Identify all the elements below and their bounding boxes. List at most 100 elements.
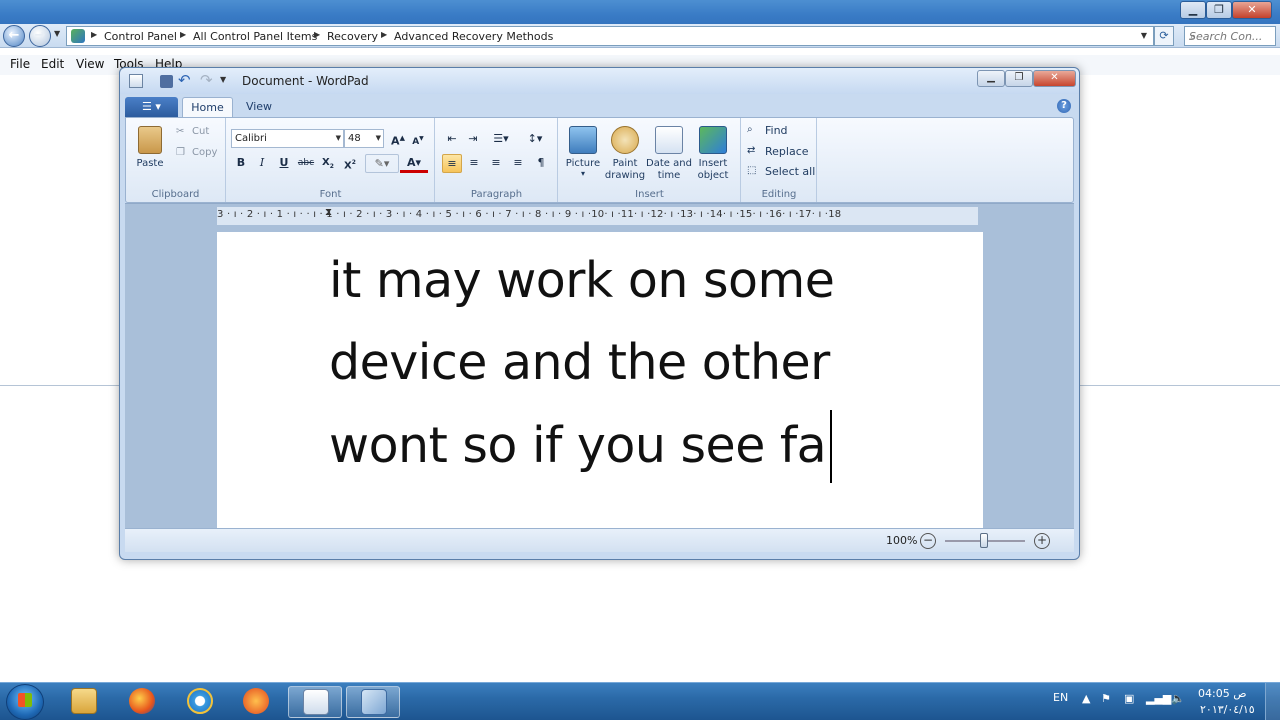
save-icon[interactable] <box>160 75 173 88</box>
minimize-button[interactable]: ▁ <box>977 70 1005 87</box>
forward-button[interactable]: → <box>29 25 51 47</box>
taskbar-media-app[interactable] <box>229 686 283 718</box>
paint-drawing-button[interactable]: Paint drawing <box>601 158 649 182</box>
breadcrumb-separator-icon[interactable]: ▶ <box>91 30 97 39</box>
redo-icon[interactable]: ↷ <box>200 71 213 89</box>
insert-object-icon[interactable] <box>699 126 727 154</box>
paint-drawing-icon[interactable] <box>611 126 639 154</box>
breadcrumb-all-items[interactable]: All Control Panel Items <box>193 30 317 43</box>
copy-button[interactable]: Copy <box>192 147 217 158</box>
superscript-button[interactable]: X2 <box>340 154 360 173</box>
indent-marker-icon[interactable]: ⧗ <box>325 207 332 218</box>
picture-icon[interactable] <box>569 126 597 154</box>
select-all-icon[interactable]: ⬚ <box>747 165 756 176</box>
document-page[interactable]: it may work on some device and the other… <box>217 232 983 529</box>
search-icon[interactable]: ⌕ <box>1189 30 1273 44</box>
taskbar-internet-explorer[interactable] <box>173 686 227 718</box>
find-button[interactable]: Find <box>765 124 788 137</box>
font-color-button[interactable]: A▾ <box>400 154 428 173</box>
subscript-button[interactable]: X2 <box>318 154 338 173</box>
cut-icon[interactable]: ✂ <box>176 126 184 137</box>
volume-icon[interactable]: 🔈 <box>1171 692 1185 705</box>
decrease-indent-icon[interactable]: ⇤ <box>442 130 462 149</box>
highlight-color-button[interactable]: ✎▾ <box>365 154 399 173</box>
select-all-button[interactable]: Select all <box>765 165 815 178</box>
justify-icon[interactable]: ≡ <box>508 154 528 173</box>
taskbar-firefox[interactable] <box>115 686 169 718</box>
date-time-icon[interactable] <box>655 126 683 154</box>
refresh-button[interactable]: ⟳ <box>1154 26 1174 46</box>
taskbar-control-panel[interactable] <box>346 686 400 718</box>
close-button[interactable]: ✕ <box>1033 70 1076 87</box>
tab-home[interactable]: Home <box>182 97 233 118</box>
paste-icon[interactable] <box>138 126 162 154</box>
breadcrumb-advanced-recovery[interactable]: Advanced Recovery Methods <box>394 30 553 43</box>
date-time-button[interactable]: Date and time <box>645 158 693 182</box>
explorer-maximize-button[interactable]: ❐ <box>1206 1 1232 19</box>
show-hidden-icons-icon[interactable]: ▲ <box>1082 692 1090 705</box>
bullet-list-icon[interactable]: ☰▾ <box>486 130 516 149</box>
cut-button[interactable]: Cut <box>192 126 209 137</box>
breadcrumb-control-panel[interactable]: Control Panel <box>104 30 177 43</box>
zoom-in-button[interactable]: + <box>1034 533 1050 549</box>
replace-icon[interactable]: ⇄ <box>747 145 755 156</box>
line-spacing-icon[interactable]: ↕▾ <box>520 130 550 149</box>
wordpad-app-icon[interactable] <box>129 74 143 88</box>
zoom-out-button[interactable]: − <box>920 533 936 549</box>
find-icon[interactable]: ⌕ <box>747 124 753 135</box>
help-icon[interactable]: ? <box>1057 99 1071 113</box>
show-desktop-button[interactable] <box>1265 683 1280 720</box>
italic-button[interactable]: I <box>252 154 272 173</box>
explorer-minimize-button[interactable]: ▁ <box>1180 1 1206 19</box>
windows-logo-icon <box>18 693 32 707</box>
insert-object-button[interactable]: Insert object <box>691 158 735 182</box>
power-icon[interactable]: ▣ <box>1124 692 1134 705</box>
network-signal-icon[interactable]: ▂▄▆ <box>1146 692 1171 705</box>
breadcrumb-recovery[interactable]: Recovery <box>327 30 378 43</box>
shrink-font-button[interactable]: A▼ <box>408 130 428 149</box>
menu-edit[interactable]: Edit <box>41 57 64 71</box>
maximize-button[interactable]: ❐ <box>1005 70 1033 87</box>
tab-view[interactable]: View <box>235 97 283 118</box>
taskbar-wordpad[interactable] <box>288 686 342 718</box>
explorer-close-button[interactable]: ✕ <box>1232 1 1272 19</box>
search-input[interactable]: Search Con... ⌕ <box>1184 26 1276 46</box>
increase-indent-icon[interactable]: ⇥ <box>463 130 483 149</box>
address-bar[interactable]: ▶ Control Panel ▶ All Control Panel Item… <box>66 26 1154 46</box>
back-button[interactable]: ← <box>3 25 25 47</box>
app-menu-button[interactable]: ☰ ▾ <box>125 97 178 117</box>
strikethrough-button[interactable]: abc <box>296 154 316 173</box>
align-right-icon[interactable]: ≡ <box>486 154 506 173</box>
underline-button[interactable]: U <box>274 154 294 173</box>
wordpad-titlebar[interactable]: ↶ ↷ ▼ Document - WordPad ▁ ❐ ✕ <box>120 68 1079 94</box>
clock-date[interactable]: ٢٠١٣/٠٤/١٥ <box>1200 703 1255 716</box>
breadcrumb-separator-icon[interactable]: ▶ <box>314 30 320 39</box>
font-family-select[interactable]: Calibri ▼ <box>231 129 344 148</box>
copy-icon[interactable]: ❐ <box>176 147 185 158</box>
font-size-select[interactable]: 48 ▼ <box>344 129 384 148</box>
taskbar-explorer[interactable] <box>57 686 111 718</box>
action-center-flag-icon[interactable]: ⚑ <box>1101 692 1111 705</box>
address-dropdown-icon[interactable]: ▼ <box>1141 31 1147 40</box>
menu-file[interactable]: File <box>10 57 30 71</box>
customize-toolbar-icon[interactable]: ▼ <box>220 75 226 84</box>
breadcrumb-separator-icon[interactable]: ▶ <box>180 30 186 39</box>
zoom-slider-thumb[interactable] <box>980 533 988 548</box>
paragraph-settings-icon[interactable]: ¶ <box>531 154 551 173</box>
align-left-icon[interactable]: ≡ <box>442 154 462 173</box>
undo-icon[interactable]: ↶ <box>178 71 191 89</box>
menu-view[interactable]: View <box>76 57 104 71</box>
chevron-down-icon[interactable]: ▾ <box>578 168 588 180</box>
breadcrumb-separator-icon[interactable]: ▶ <box>381 30 387 39</box>
paste-button[interactable]: Paste <box>132 158 168 170</box>
bold-button[interactable]: B <box>231 154 251 173</box>
recent-pages-dropdown-icon[interactable]: ▼ <box>54 29 60 38</box>
font-family-value: Calibri <box>235 133 267 144</box>
replace-button[interactable]: Replace <box>765 145 809 158</box>
grow-font-button[interactable]: A▲ <box>388 129 408 148</box>
start-button[interactable] <box>6 684 44 720</box>
ruler[interactable]: 3 · ı · 2 · ı · 1 · ı · · ı · 1 · ı · 2 … <box>217 207 978 225</box>
align-center-icon[interactable]: ≡ <box>464 154 484 173</box>
language-indicator[interactable]: EN <box>1053 691 1068 704</box>
clock-time[interactable]: 04:05 ص <box>1198 687 1247 700</box>
